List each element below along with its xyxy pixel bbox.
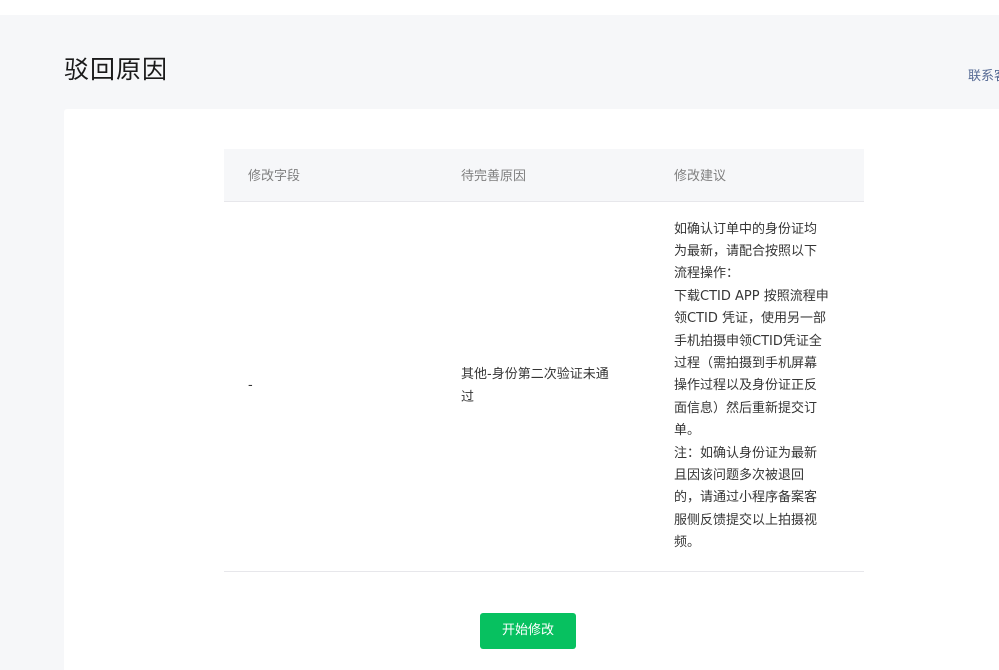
table-header-row: 修改字段 待完善原因 修改建议	[224, 149, 864, 202]
suggestion-text-line: 且因该问题多次被退回	[674, 467, 805, 483]
field-cell: -	[224, 201, 437, 572]
suggestion-text-line: 手机拍摄申领CTID凭证全	[674, 333, 822, 349]
suggestion-text-line: 服侧反馈提交以上拍摄视	[674, 512, 818, 528]
suggestion-text-line: 流程操作：	[674, 266, 740, 282]
suggestion-text-line: 领CTID 凭证，使用另一部	[674, 311, 826, 327]
reason-cell: 其他-身份第二次验证未通 过	[437, 201, 650, 572]
suggestion-text-line: 注：如确认身份证为最新	[674, 445, 818, 461]
reason-text-line: 过	[461, 389, 475, 405]
suggestion-text-line: 为最新，请配合按照以下	[674, 243, 818, 259]
table-row: - 其他-身份第二次验证未通 过 如确认订单中的身份证均 为最新，请配合按照以下…	[224, 201, 864, 572]
contact-link[interactable]: 联系客服	[968, 68, 999, 86]
suggestion-text-line: 如确认订单中的身份证均	[674, 221, 818, 237]
suggestion-text-line: 的，请通过小程序备案客	[674, 490, 818, 506]
column-header-field: 修改字段	[224, 149, 437, 202]
suggestion-cell: 如确认订单中的身份证均 为最新，请配合按照以下 流程操作： 下载CTID APP…	[650, 201, 864, 572]
suggestion-text-line: 频。	[674, 535, 701, 551]
suggestion-text-line: 面信息）然后重新提交订	[674, 400, 818, 416]
column-header-suggestion: 修改建议	[650, 149, 864, 202]
reason-text-line: 其他-身份第二次验证未通	[461, 367, 609, 383]
rejection-reason-table: 修改字段 待完善原因 修改建议 - 其他-身份第二次验证未通 过 如确认订单中的…	[224, 149, 864, 572]
column-header-reason: 待完善原因	[437, 149, 650, 202]
page-title: 驳回原因	[64, 55, 169, 84]
rejection-card: 修改字段 待完善原因 修改建议 - 其他-身份第二次验证未通 过 如确认订单中的…	[64, 109, 999, 670]
start-modify-button[interactable]: 开始修改	[480, 613, 576, 649]
top-bar	[0, 0, 999, 15]
suggestion-text-line: 操作过程以及身份证正反	[674, 378, 818, 394]
suggestion-text-line: 下载CTID APP 按照流程申	[674, 288, 829, 304]
suggestion-text-line: 单。	[674, 423, 701, 439]
suggestion-text-line: 过程（需拍摄到手机屏幕	[674, 355, 818, 371]
